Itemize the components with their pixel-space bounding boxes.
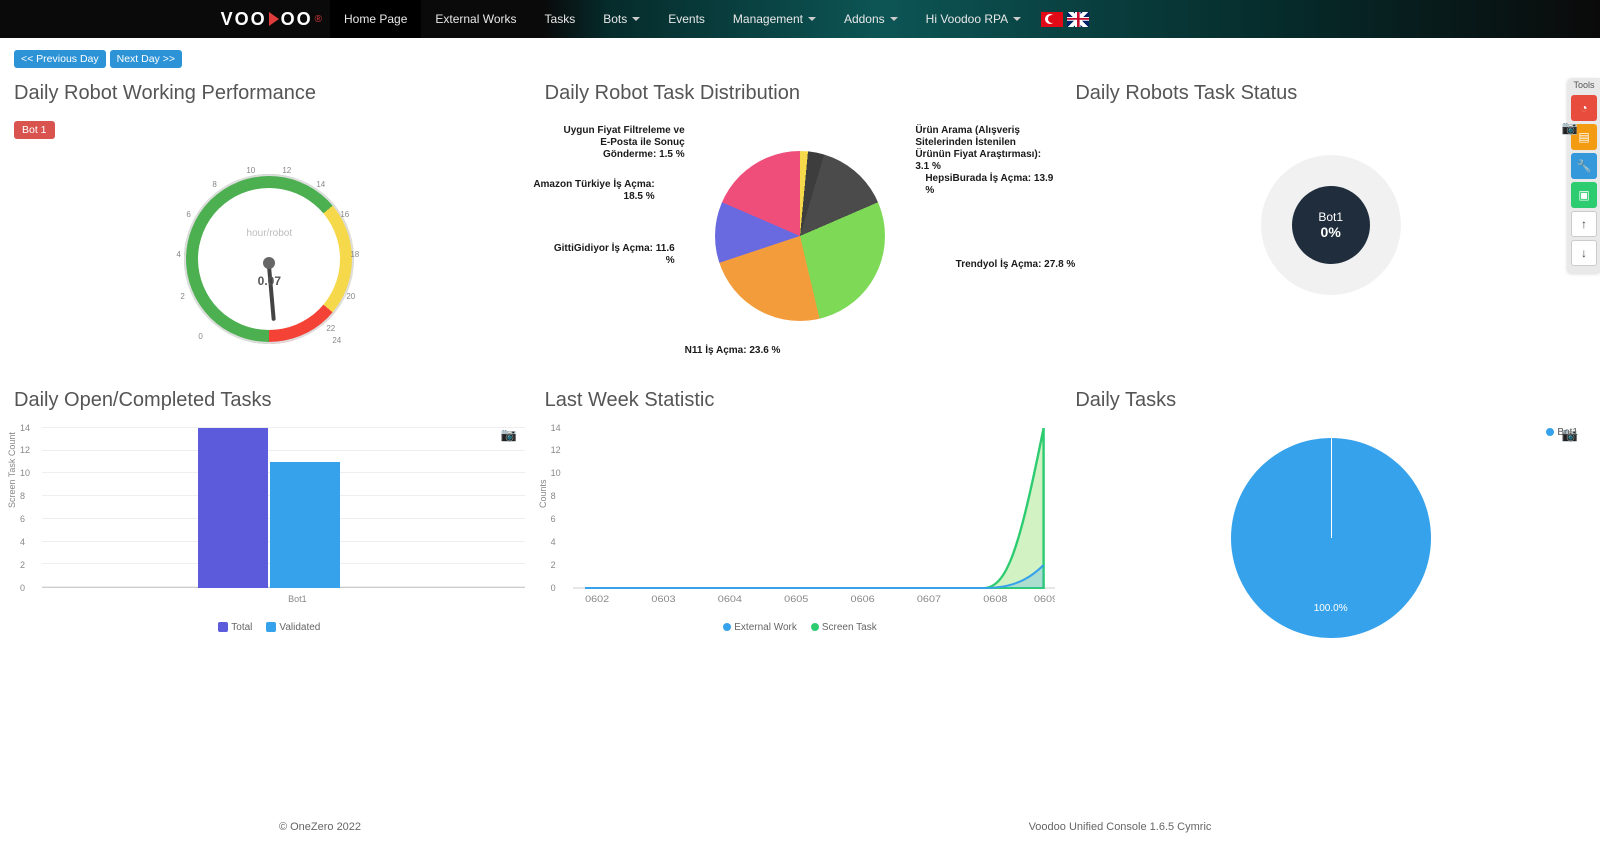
svg-text:0605: 0605	[784, 595, 809, 605]
svg-text:0609: 0609	[1034, 595, 1056, 605]
pie-label: Uygun Fiyat Filtreleme ve E-Posta ile So…	[555, 125, 685, 161]
svg-text:0607: 0607	[917, 595, 942, 605]
panel-title: Last Week Statistic	[545, 389, 1056, 412]
pie-chart	[715, 151, 885, 321]
pie-label: Amazon Türkiye İş Açma: 18.5 %	[525, 179, 655, 203]
panel-title: Daily Robots Task Status	[1075, 82, 1586, 105]
pie-label: N11 İş Açma: 23.6 %	[685, 345, 781, 357]
panel-gauge: Daily Robot Working Performance Bot 1 ho…	[14, 82, 525, 369]
nav-tasks[interactable]: Tasks	[531, 0, 590, 38]
panel-bigpie: Daily Tasks 📷 Bot1 100.0%	[1075, 389, 1586, 648]
nav-bots[interactable]: Bots	[589, 0, 654, 38]
bar-total	[198, 428, 268, 588]
nav-items: Home Page External Works Tasks Bots Even…	[330, 0, 1089, 38]
chevron-down-icon	[632, 17, 640, 21]
logo-play-icon	[269, 12, 279, 26]
chevron-down-icon	[808, 17, 816, 21]
bar-validated	[270, 462, 340, 588]
panel-donut: Daily Robots Task Status 📷 Bot1 0%	[1075, 82, 1586, 369]
svg-text:0606: 0606	[850, 595, 875, 605]
bot-badge[interactable]: Bot 1	[14, 121, 55, 139]
chevron-down-icon	[1013, 17, 1021, 21]
svg-text:0608: 0608	[983, 595, 1008, 605]
panel-lines: Last Week Statistic Counts 0 2 4 6 8 10 …	[545, 389, 1056, 648]
pie-label: Ürün Arama (Alışveriş Sitelerinden İsten…	[915, 125, 1045, 173]
bigpie-value: 100.0%	[1231, 603, 1431, 614]
panel-title: Daily Robot Working Performance	[14, 82, 525, 105]
flag-tr-icon[interactable]	[1041, 12, 1063, 27]
panel-bars: Daily Open/Completed Tasks 📷 Screen Task…	[14, 389, 525, 648]
nav-home[interactable]: Home Page	[330, 0, 421, 38]
bar-legend: Total Validated	[14, 622, 525, 633]
line-ylabel: Counts	[538, 479, 548, 508]
nav-events[interactable]: Events	[654, 0, 719, 38]
pie-label: Trendyol İş Açma: 27.8 %	[956, 259, 1076, 271]
nav-addons[interactable]: Addons	[830, 0, 912, 38]
bar-category: Bot1	[42, 594, 553, 604]
footer: © OneZero 2022 Voodoo Unified Console 1.…	[0, 803, 1600, 851]
footer-version: Voodoo Unified Console 1.6.5 Cymric	[640, 821, 1600, 833]
svg-text:0602: 0602	[585, 595, 610, 605]
nav-user[interactable]: Hi Voodoo RPA	[912, 0, 1036, 38]
camera-icon[interactable]: 📷	[1562, 120, 1578, 136]
bigpie-chart: 100.0%	[1231, 438, 1431, 638]
prev-day-button[interactable]: << Previous Day	[14, 50, 106, 68]
pie-label: HepsiBurada İş Açma: 13.9 %	[925, 173, 1055, 197]
donut-chart: Bot1 0%	[1261, 155, 1401, 295]
footer-copyright: © OneZero 2022	[0, 821, 640, 833]
gauge-label: hour/robot	[174, 228, 364, 239]
donut-label: Bot1	[1318, 210, 1343, 224]
navbar: VOOOO® Home Page External Works Tasks Bo…	[0, 0, 1600, 38]
flag-uk-icon[interactable]	[1067, 12, 1089, 27]
day-nav: << Previous Day Next Day >>	[14, 50, 1586, 68]
nav-external-works[interactable]: External Works	[421, 0, 530, 38]
line-chart: Counts 0 2 4 6 8 10 12 14 06020603060406…	[545, 428, 1056, 618]
donut-value: 0%	[1321, 224, 1341, 240]
bar-chart: Screen Task Count 0 2 4 6 8 10 12 14 Bot…	[14, 428, 525, 618]
svg-text:0604: 0604	[717, 595, 742, 605]
next-day-button[interactable]: Next Day >>	[110, 50, 182, 68]
logo[interactable]: VOOOO®	[0, 9, 330, 30]
nav-management[interactable]: Management	[719, 0, 830, 38]
line-legend: External Work Screen Task	[545, 622, 1056, 633]
gauge-value: 0.07	[174, 274, 364, 288]
panel-pie: Daily Robot Task Distribution Uygun Fiya…	[545, 82, 1056, 369]
panel-title: Daily Open/Completed Tasks	[14, 389, 525, 412]
main-container: << Previous Day Next Day >> Daily Robot …	[0, 38, 1600, 708]
chevron-down-icon	[890, 17, 898, 21]
pie-label: GittiGidiyor İş Açma: 11.6 %	[545, 243, 675, 267]
panel-title: Daily Tasks	[1075, 389, 1586, 412]
gauge-chart: hour/robot 0.07 0 2 4 6 8 10 12 14 16 18…	[174, 164, 364, 354]
svg-text:0603: 0603	[651, 595, 676, 605]
bar-ylabel: Screen Task Count	[7, 432, 17, 508]
panel-title: Daily Robot Task Distribution	[545, 82, 1056, 105]
